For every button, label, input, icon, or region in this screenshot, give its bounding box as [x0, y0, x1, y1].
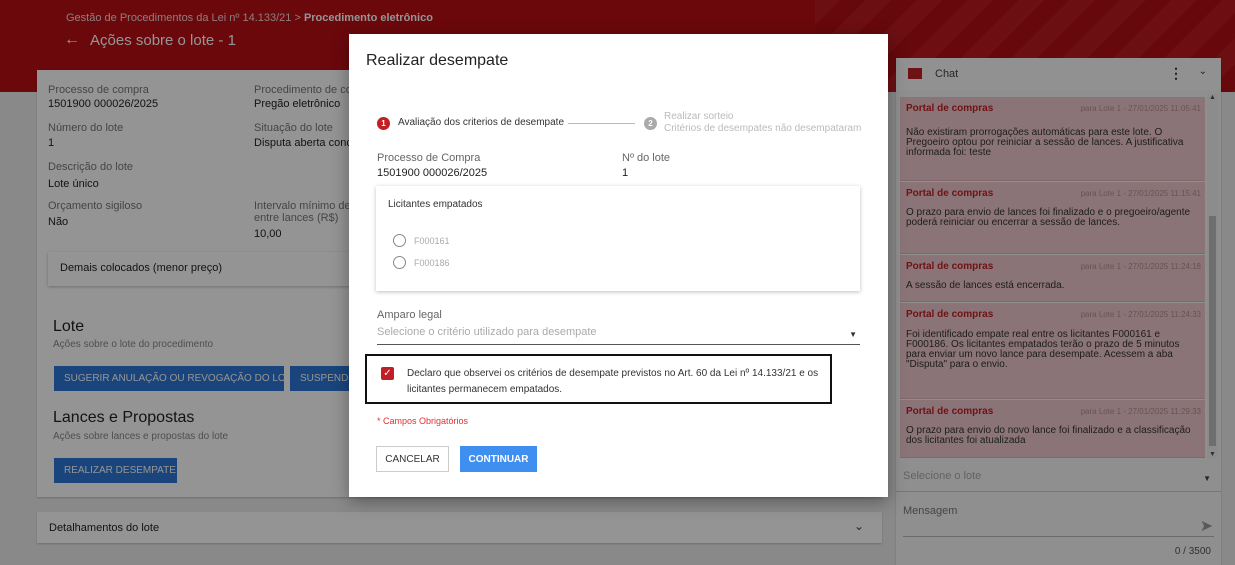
licitante-option[interactable]: F000186 — [393, 256, 450, 269]
amparo-legal-placeholder: Selecione o critério utilizado para dese… — [377, 326, 597, 338]
radio-button[interactable] — [393, 234, 406, 247]
amparo-legal-select[interactable]: Selecione o critério utilizado para dese… — [377, 324, 860, 345]
step2-badge: 2 — [644, 117, 657, 130]
declaracao-checkbox[interactable]: ✓ — [381, 367, 394, 380]
licitante-label: F000161 — [414, 235, 450, 246]
desempate-dialog: Realizar desempate 1 Avaliação dos crite… — [349, 34, 888, 497]
processo-compra-value: 1501900 000026/2025 — [377, 167, 488, 179]
step1-label: Avaliação dos criterios de desempate — [398, 117, 565, 128]
processo-compra-label: Processo de Compra — [377, 152, 481, 164]
licitante-option[interactable]: F000161 — [393, 234, 450, 247]
licitantes-card: Licitantes empatados F000161 F000186 — [376, 186, 860, 291]
step1-badge: 1 — [377, 117, 390, 130]
numero-lote-value: 1 — [622, 167, 629, 179]
caret-down-icon: ▼ — [849, 330, 857, 339]
stepper-connector — [568, 123, 635, 124]
declaracao-text: Declaro que observei os critérios de des… — [407, 368, 819, 395]
step2-title: Realizar sorteio — [664, 111, 734, 122]
radio-button[interactable] — [393, 256, 406, 269]
cancel-button[interactable]: CANCELAR — [376, 446, 449, 472]
numero-lote-label: Nº do lote — [622, 152, 671, 164]
dialog-title: Realizar desempate — [366, 52, 509, 69]
licitantes-title: Licitantes empatados — [388, 199, 483, 210]
amparo-legal-label: Amparo legal — [377, 309, 442, 321]
required-fields-note: * Campos Obrigatórios — [377, 416, 469, 426]
licitante-label: F000186 — [414, 257, 450, 268]
declaracao-highlight: ✓ Declaro que observei os critérios de d… — [365, 354, 832, 404]
continue-button[interactable]: CONTINUAR — [460, 446, 537, 472]
step2-subtitle: Critérios de desempates não desempataram — [664, 123, 862, 134]
